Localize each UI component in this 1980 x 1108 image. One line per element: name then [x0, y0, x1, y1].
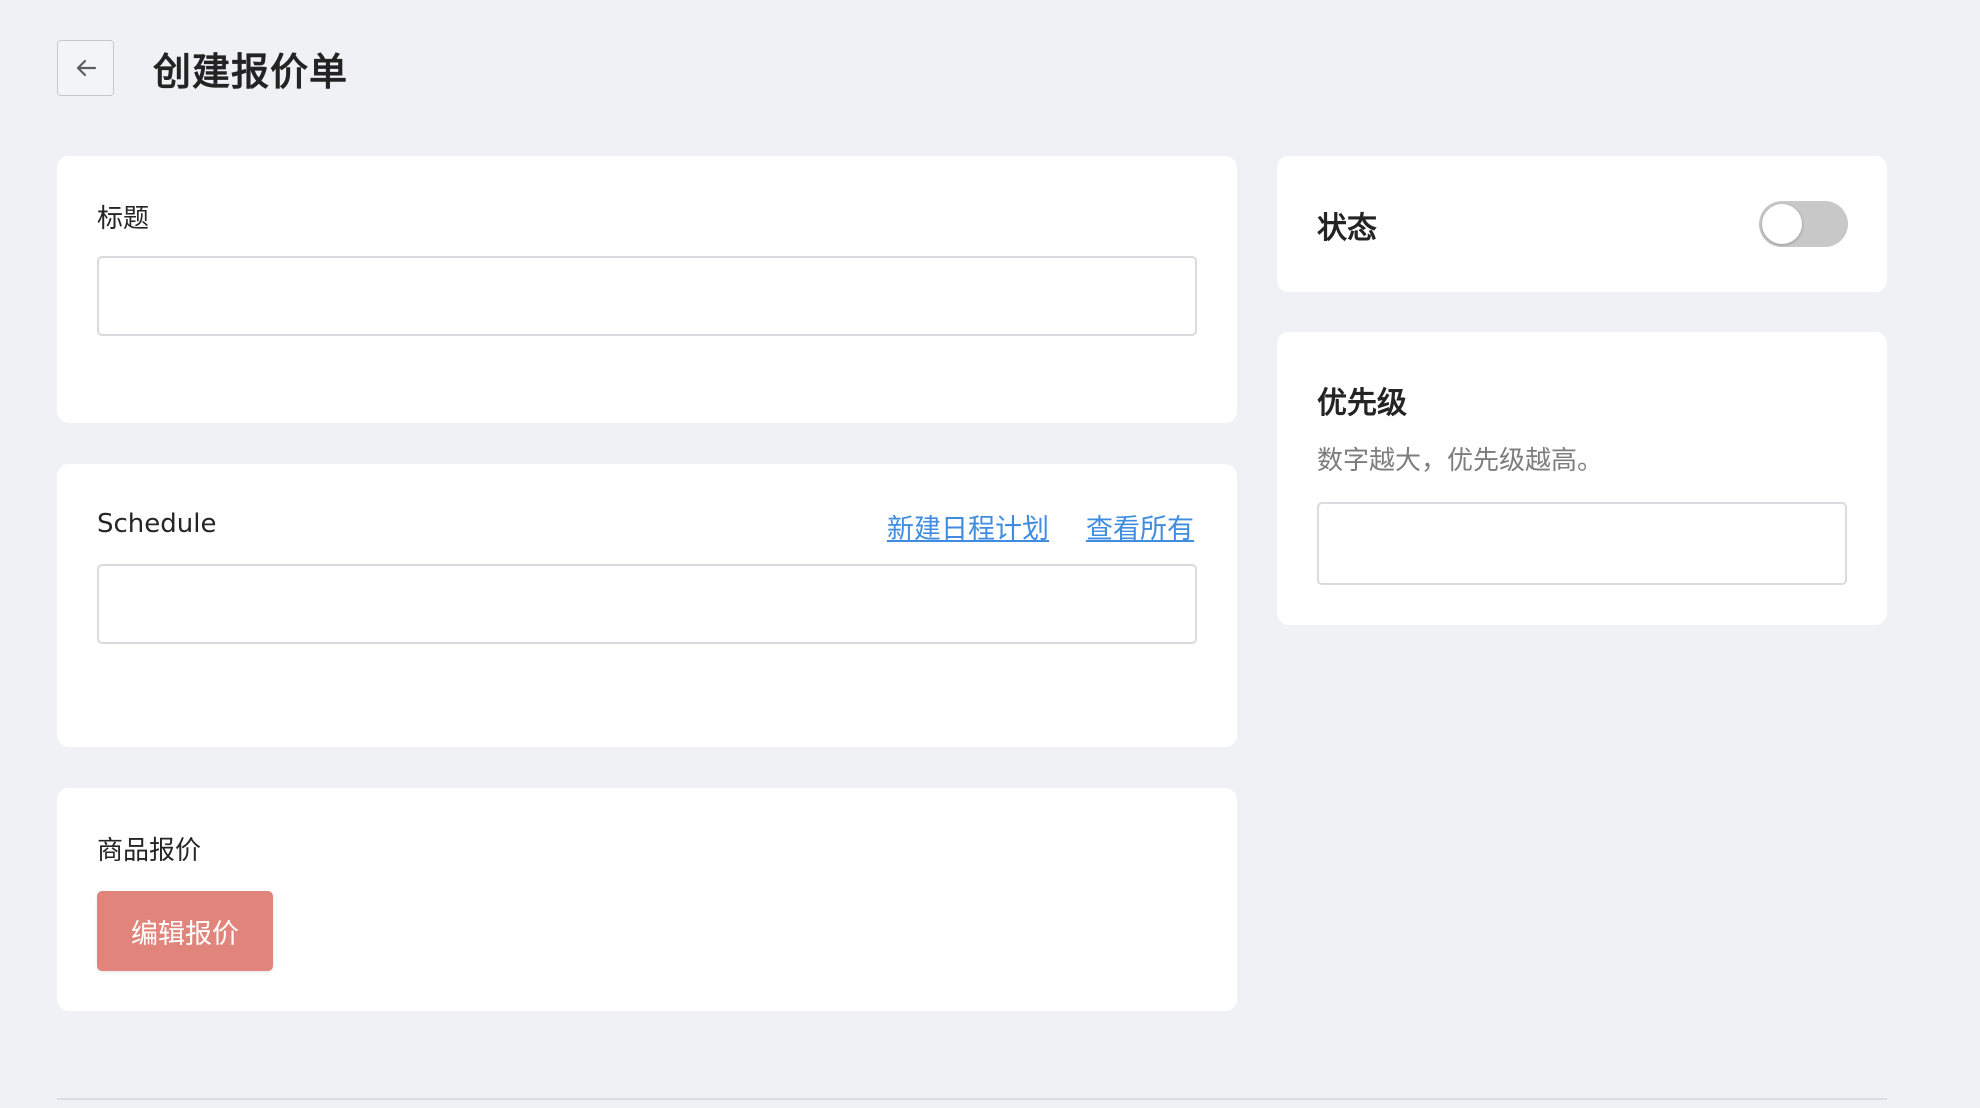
- new-schedule-link[interactable]: 新建日程计划: [887, 507, 1049, 546]
- priority-input[interactable]: [1317, 502, 1847, 585]
- title-label: 标题: [97, 204, 150, 234]
- schedule-card: Schedule 新建日程计划 查看所有: [57, 464, 1237, 747]
- page-header: 创建报价单: [57, 40, 348, 96]
- bottom-divider: [57, 1098, 1887, 1100]
- title-card: 标题: [57, 156, 1237, 423]
- status-toggle[interactable]: [1759, 201, 1848, 247]
- priority-label: 优先级: [1317, 386, 1407, 421]
- page-title: 创建报价单: [153, 49, 349, 94]
- title-input[interactable]: [97, 256, 1197, 336]
- schedule-label: Schedule: [97, 509, 217, 539]
- toggle-knob: [1762, 204, 1802, 244]
- view-all-link[interactable]: 查看所有: [1086, 507, 1194, 546]
- quote-card: 商品报价 编辑报价: [57, 788, 1237, 1011]
- back-button[interactable]: [57, 40, 114, 96]
- schedule-input[interactable]: [97, 564, 1197, 644]
- status-card: 状态: [1277, 156, 1887, 292]
- priority-hint: 数字越大，优先级越高。: [1317, 446, 1604, 476]
- page: 创建报价单 标题 Schedule 新建日程计划 查看所有 商品报价 编辑报价 …: [0, 0, 1980, 1108]
- priority-card: 优先级 数字越大，优先级越高。: [1277, 332, 1887, 625]
- arrow-left-icon: [76, 59, 96, 77]
- edit-quote-button[interactable]: 编辑报价: [97, 891, 273, 971]
- quote-label: 商品报价: [97, 836, 202, 866]
- status-label: 状态: [1317, 211, 1377, 246]
